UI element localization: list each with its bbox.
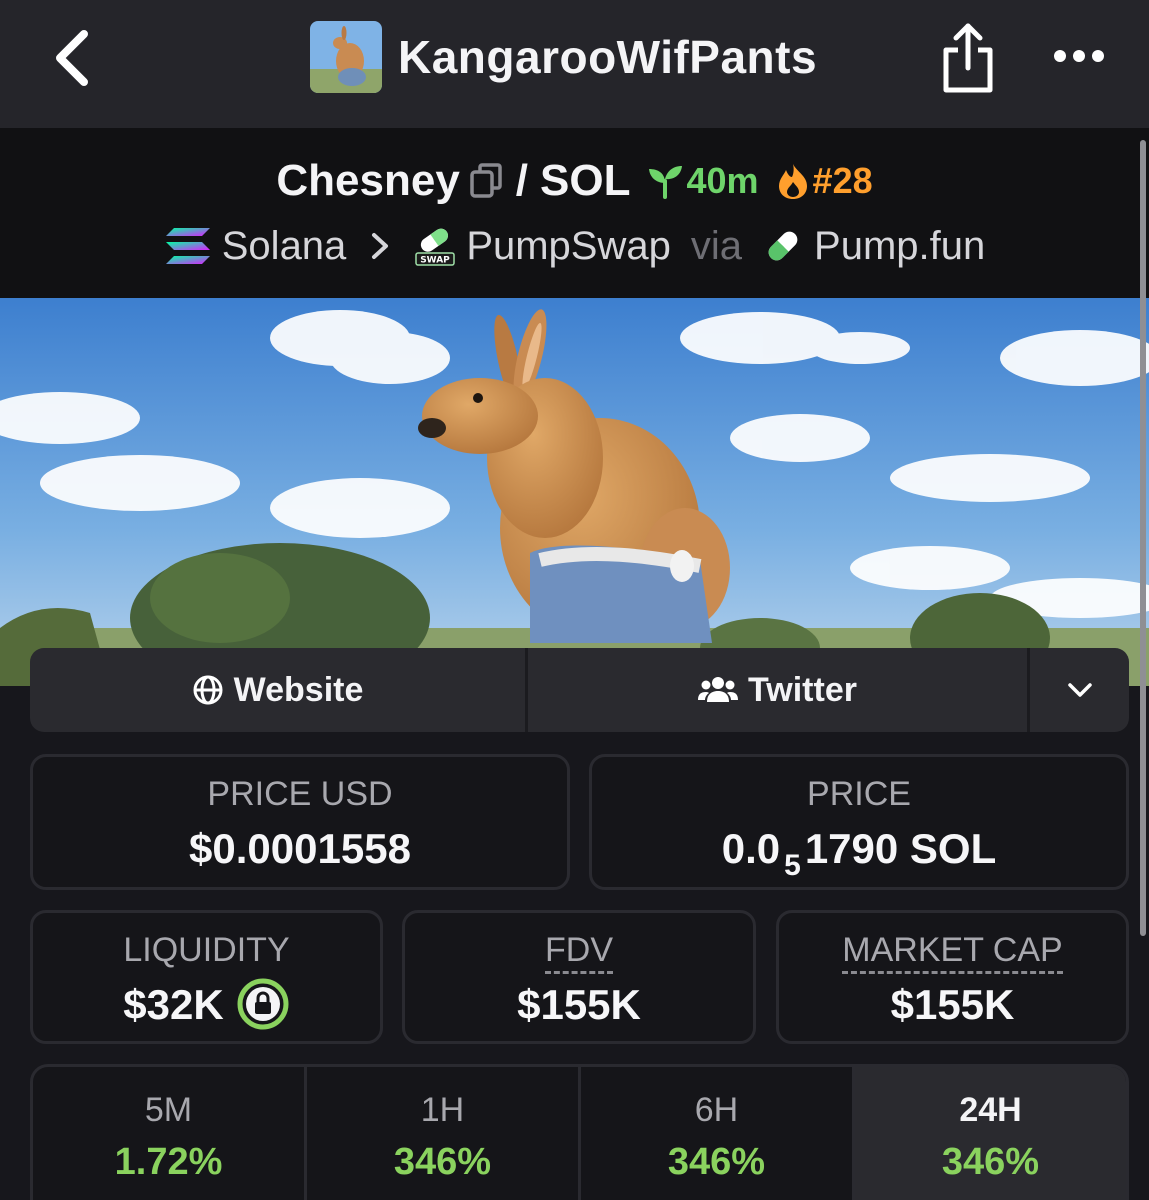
copy-icon[interactable] (468, 162, 504, 200)
back-button[interactable] (44, 24, 104, 92)
timeframe-label: 6H (694, 1091, 739, 1129)
market-cap-value: $155K (890, 981, 1015, 1028)
scrollbar[interactable] (1140, 140, 1146, 936)
trending-rank-badge[interactable]: #28 (775, 160, 873, 202)
base-token-symbol[interactable]: Chesney (276, 156, 459, 206)
chain-breadcrumb: Solana SWAP PumpSwap via Pump.fun (0, 216, 1149, 276)
top-bar: KangarooWifPants (0, 0, 1149, 128)
price-usd-value: $0.0001558 (189, 825, 411, 872)
liquidity-lock-icon[interactable] (236, 977, 290, 1031)
timeframe-label: 5M (144, 1091, 193, 1129)
links-bar: Website Twitter (30, 648, 1129, 732)
price-change-value: 346% (667, 1141, 766, 1183)
pair-header: Chesney / SOL 40m #28 Solana SWAP PumpSw… (0, 128, 1149, 298)
dex-name[interactable]: PumpSwap (466, 224, 671, 269)
token-banner-image (0, 298, 1149, 686)
tab-1h[interactable]: 1H 346% (307, 1067, 581, 1200)
tab-6h[interactable]: 6H 346% (581, 1067, 855, 1200)
price-native-suffix: 1790 SOL (804, 825, 997, 872)
liquidity-label: LIQUIDITY (123, 931, 290, 969)
more-links-dropdown[interactable] (1030, 648, 1129, 732)
website-label: Website (233, 670, 364, 709)
token-avatar (310, 21, 382, 93)
twitter-button[interactable]: Twitter (528, 648, 1030, 732)
globe-icon (193, 675, 223, 705)
pumpfun-pill-icon (768, 231, 798, 261)
website-button[interactable]: Website (30, 648, 528, 732)
sprout-icon (649, 166, 683, 199)
market-cap-label[interactable]: MARKET CAP (842, 931, 1063, 974)
price-change-tabs: 5M 1.72% 1H 346% 6H 346% 24H 346% (30, 1064, 1129, 1200)
price-change-value: 346% (941, 1141, 1040, 1183)
liquidity-value: $32K (123, 981, 224, 1029)
tab-24h[interactable]: 24H 346% (855, 1067, 1126, 1200)
chain-name[interactable]: Solana (222, 224, 347, 269)
price-native-prefix: 0.0 (721, 825, 781, 872)
page-title: KangarooWifPants (398, 31, 818, 83)
share-icon (943, 23, 993, 93)
solana-icon (165, 228, 210, 264)
price-usd-card: PRICE USD $0.0001558 (30, 754, 570, 890)
price-change-value: 1.72% (114, 1141, 223, 1183)
token-header: KangarooWifPants (310, 20, 817, 94)
launchpad-name[interactable]: Pump.fun (814, 224, 985, 269)
fdv-card: FDV $155K (402, 910, 756, 1044)
users-icon (698, 677, 739, 702)
price-native-card: PRICE 0.0 51790 SOL (589, 754, 1129, 890)
twitter-label: Twitter (748, 670, 857, 709)
pair-row: Chesney / SOL 40m #28 (0, 150, 1149, 212)
tab-5m[interactable]: 5M 1.72% (33, 1067, 307, 1200)
svg-text:SWAP: SWAP (421, 256, 451, 266)
chevron-left-icon (56, 30, 88, 86)
fdv-value: $155K (517, 981, 641, 1028)
market-cap-label-row: MARKET CAP (779, 931, 1126, 974)
price-native-value: 0.0 51790 SOL (592, 825, 1126, 882)
price-native-zero-count: 5 (784, 849, 801, 882)
share-button[interactable] (936, 20, 1000, 96)
via-label: via (690, 223, 743, 268)
timeframe-label: 24H (959, 1091, 1022, 1129)
more-options-button[interactable] (1050, 36, 1108, 76)
price-native-label: PRICE (807, 775, 911, 813)
quote-token-symbol: SOL (540, 156, 631, 205)
market-cap-card: MARKET CAP $155K (776, 910, 1129, 1044)
pair-age: 40m (686, 160, 759, 201)
timeframe-label: 1H (420, 1091, 465, 1129)
pumpswap-icon: SWAP (415, 228, 456, 266)
price-usd-label: PRICE USD (207, 775, 393, 813)
price-change-value: 346% (393, 1141, 492, 1183)
liquidity-value-row: $32K (33, 978, 380, 1035)
pair-age-badge: 40m (646, 160, 759, 202)
fdv-label-row: FDV (405, 931, 753, 974)
chevron-right-icon (372, 233, 389, 259)
fdv-label[interactable]: FDV (545, 931, 613, 974)
liquidity-card: LIQUIDITY $32K (30, 910, 383, 1044)
chevron-down-icon (1067, 683, 1092, 697)
flame-icon (778, 164, 807, 199)
pair-separator: / (515, 156, 529, 205)
trending-rank: #28 (812, 160, 873, 201)
ellipsis-icon (1054, 50, 1104, 62)
